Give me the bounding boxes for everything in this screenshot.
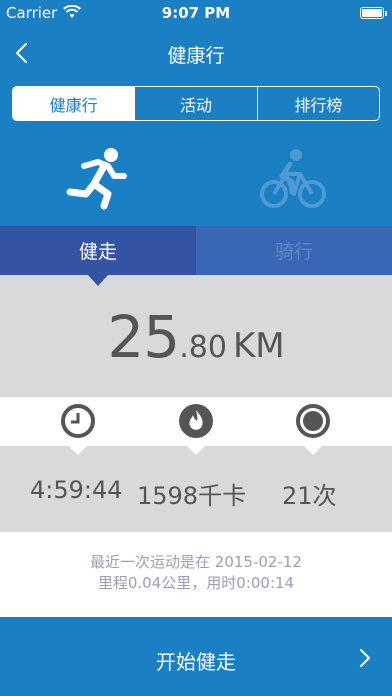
distance-whole: 25 bbox=[107, 303, 180, 371]
total-distance: 25.80 KM bbox=[0, 303, 392, 371]
clock-time: 9:07 PM bbox=[161, 4, 231, 22]
stats-panel: 4:59:44 1598千卡 21次 bbox=[0, 446, 392, 532]
stat-duration: 4:59:44 bbox=[30, 476, 123, 504]
chevron-right-icon bbox=[360, 649, 370, 667]
cyclist-icon[interactable] bbox=[260, 146, 326, 212]
stat-calories: 1598千卡 bbox=[137, 482, 247, 510]
page-title: 健康行 bbox=[167, 45, 225, 67]
flame-icon bbox=[179, 404, 213, 438]
stat-icons-row bbox=[0, 397, 392, 446]
last-activity-info: 最近一次运动是在 2015-02-12 里程0.04公里，用时0:00:14 bbox=[0, 552, 392, 594]
mode-tabs: 健走 骑行 bbox=[0, 226, 392, 275]
segment-leaderboard[interactable]: 排行榜 bbox=[258, 87, 379, 120]
stat-notch bbox=[304, 446, 322, 455]
start-walk-button[interactable]: 开始健走 bbox=[0, 617, 392, 696]
segmented-control: 健康行 活动 排行榜 bbox=[12, 86, 380, 121]
stat-notch bbox=[187, 446, 205, 455]
clock-icon bbox=[61, 404, 95, 438]
battery-icon bbox=[360, 7, 387, 19]
record-icon bbox=[296, 404, 330, 438]
tab-walk[interactable]: 健走 bbox=[0, 226, 196, 275]
distance-fraction: .80 bbox=[179, 330, 227, 365]
stat-notch bbox=[69, 446, 87, 455]
last-activity-summary: 里程0.04公里，用时0:00:14 bbox=[97, 574, 295, 592]
start-walk-label: 开始健走 bbox=[156, 650, 236, 674]
mode-icons bbox=[0, 128, 392, 226]
distance-panel: 25.80 KM bbox=[0, 275, 392, 397]
stat-count: 21次 bbox=[282, 482, 337, 510]
runner-icon[interactable] bbox=[64, 144, 130, 210]
segment-activities[interactable]: 活动 bbox=[135, 87, 258, 120]
distance-unit: KM bbox=[232, 326, 285, 366]
status-bar: Carrier 9:07 PM bbox=[0, 0, 392, 28]
tab-ride[interactable]: 骑行 bbox=[196, 226, 392, 275]
last-activity-date: 最近一次运动是在 2015-02-12 bbox=[90, 553, 302, 571]
segment-health-walk[interactable]: 健康行 bbox=[13, 87, 136, 120]
nav-bar: 健康行 bbox=[0, 28, 392, 78]
active-tab-pointer bbox=[88, 275, 108, 286]
